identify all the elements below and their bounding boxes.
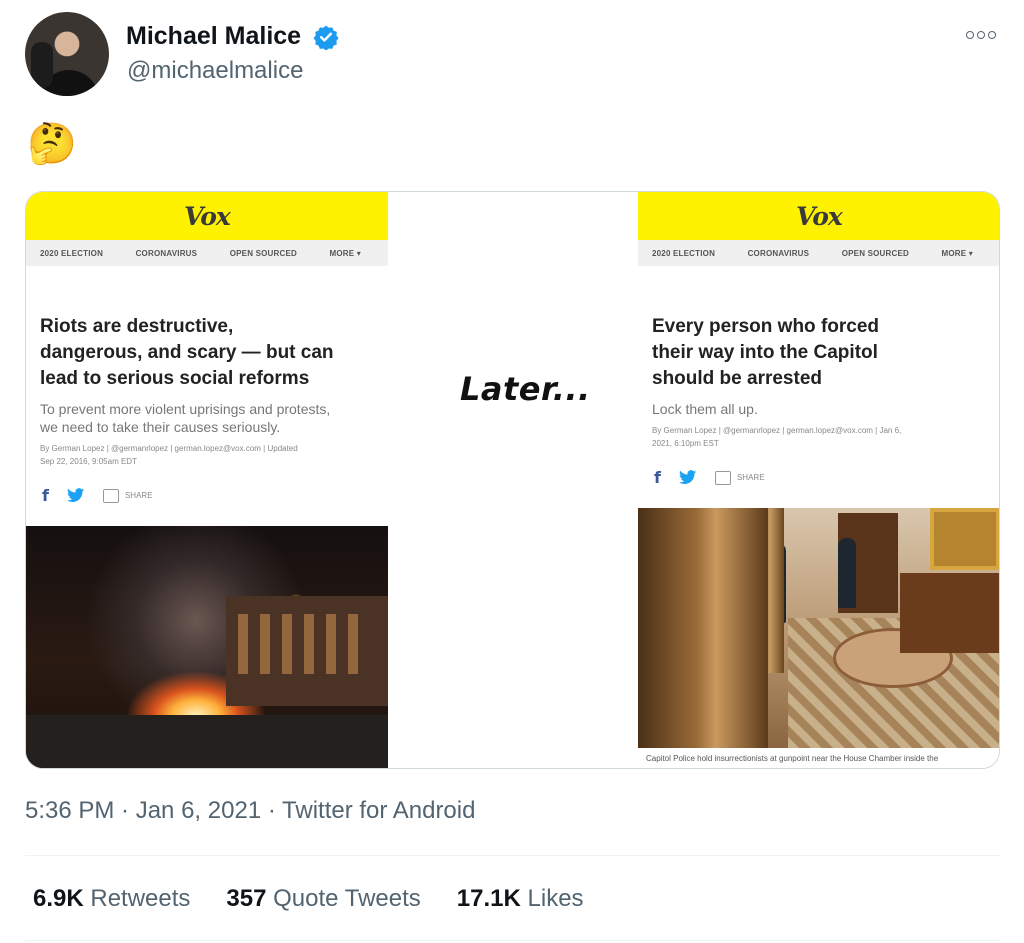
vox-nav: 2020 ELECTION CORONAVIRUS OPEN SOURCED M… bbox=[26, 240, 388, 266]
burning-car-photo bbox=[26, 526, 388, 768]
nav-item: MORE ▾ bbox=[941, 248, 973, 258]
more-options-icon[interactable] bbox=[966, 28, 1000, 42]
retweets-stat[interactable]: 6.9K Retweets bbox=[33, 885, 190, 913]
tweet-text: 🤔 bbox=[27, 122, 77, 166]
share-icon bbox=[102, 488, 119, 503]
tweet-media[interactable]: Vox 2020 ELECTION CORONAVIRUS OPEN SOURC… bbox=[25, 191, 1000, 769]
right-article-screenshot: Vox 2020 ELECTION CORONAVIRUS OPEN SOURC… bbox=[638, 192, 999, 768]
microphone-icon bbox=[31, 42, 53, 88]
article-headline: Riots are destructive, dangerous, and sc… bbox=[40, 316, 334, 389]
vox-nav: 2020 ELECTION CORONAVIRUS OPEN SOURCED M… bbox=[638, 240, 999, 266]
facebook-icon: f bbox=[42, 486, 49, 505]
tweet-timestamp[interactable]: 5:36 PM · Jan 6, 2021 · Twitter for Andr… bbox=[25, 797, 475, 825]
facebook-icon: f bbox=[654, 468, 661, 487]
share-row: f SHARE bbox=[42, 486, 153, 505]
verified-badge-icon bbox=[313, 25, 339, 50]
likes-stat[interactable]: 17.1K Likes bbox=[457, 885, 584, 913]
tweet-stats: 6.9K Retweets 357 Quote Tweets 17.1K Lik… bbox=[33, 885, 584, 913]
quote-tweets-stat[interactable]: 357 Quote Tweets bbox=[226, 885, 420, 913]
author-name[interactable]: Michael Malice bbox=[126, 22, 301, 51]
vox-logo: Vox bbox=[796, 201, 843, 231]
nav-item: OPEN SOURCED bbox=[841, 248, 910, 258]
later-text: Later... bbox=[460, 370, 591, 408]
photo-caption: Capitol Police hold insurrectionists at … bbox=[646, 754, 939, 763]
article-byline: By German Lopez | @germanrlopez | german… bbox=[40, 444, 298, 466]
twitter-icon bbox=[66, 488, 85, 503]
nav-item: CORONAVIRUS bbox=[135, 248, 198, 258]
author-handle[interactable]: @michaelmalice bbox=[127, 57, 303, 85]
divider bbox=[25, 940, 1000, 941]
article-byline: By German Lopez | @germanrlopez | german… bbox=[652, 426, 902, 448]
article-headline: Every person who forced their way into t… bbox=[652, 316, 880, 389]
nav-item: CORONAVIRUS bbox=[747, 248, 810, 258]
avatar[interactable] bbox=[25, 12, 109, 96]
article-dek: To prevent more violent uprisings and pr… bbox=[40, 401, 331, 435]
share-row: f SHARE bbox=[654, 468, 765, 487]
capitol-interior-photo bbox=[638, 508, 999, 748]
nav-item: 2020 ELECTION bbox=[40, 248, 104, 258]
share-icon bbox=[714, 470, 731, 485]
nav-item: MORE ▾ bbox=[329, 248, 361, 258]
left-article-screenshot: Vox 2020 ELECTION CORONAVIRUS OPEN SOURC… bbox=[26, 192, 388, 768]
vox-logo: Vox bbox=[184, 201, 231, 231]
twitter-icon bbox=[678, 470, 697, 485]
divider bbox=[25, 855, 1000, 856]
nav-item: 2020 ELECTION bbox=[652, 248, 716, 258]
article-dek: Lock them all up. bbox=[652, 401, 758, 417]
nav-item: OPEN SOURCED bbox=[229, 248, 298, 258]
